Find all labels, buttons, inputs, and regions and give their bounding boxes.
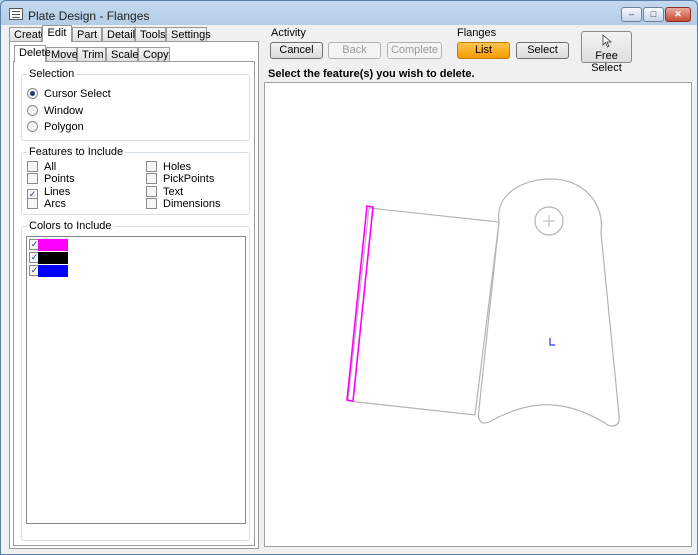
color-swatch [38, 239, 68, 251]
colors-group: Colors to Include ✓ ✓ ✓ [21, 220, 250, 541]
window-title: Plate Design - Flanges [28, 9, 150, 23]
tab-create[interactable]: Create [9, 27, 47, 42]
delete-panel: Selection Cursor Select Window Polygon F… [13, 61, 255, 546]
checkbox[interactable] [146, 198, 157, 209]
close-button[interactable]: ✕ [665, 7, 691, 22]
free-select-label: Free Select [591, 50, 622, 74]
app-icon [9, 8, 23, 20]
selection-title: Selection [27, 68, 77, 80]
check-pickpoints[interactable]: PickPoints [146, 173, 214, 187]
check-points[interactable]: Points [27, 173, 75, 187]
tab-settings[interactable]: Settings [166, 27, 211, 42]
checkbox[interactable] [146, 161, 157, 172]
check-label: All [44, 161, 57, 173]
app-window: Plate Design - Flanges – □ ✕ Create Edit… [0, 0, 698, 555]
maximize-button[interactable]: □ [643, 7, 664, 22]
colors-title: Colors to Include [27, 220, 114, 232]
checkbox[interactable] [27, 161, 38, 172]
flange-drawing[interactable] [265, 83, 691, 546]
color-swatch [38, 265, 68, 277]
minimize-button[interactable]: – [621, 7, 642, 22]
check-label: Points [44, 173, 75, 185]
features-group: Features to Include All Points ✓ Lines Ar… [21, 146, 250, 215]
radio-indicator[interactable] [27, 88, 38, 99]
color-swatch [38, 252, 68, 264]
checkbox[interactable] [146, 186, 157, 197]
check-label: Lines [44, 186, 71, 198]
radio-label: Cursor Select [44, 88, 111, 100]
check-label: Dimensions [163, 198, 221, 210]
check-dimensions[interactable]: Dimensions [146, 198, 220, 212]
select-button[interactable]: Select [516, 42, 569, 59]
checkbox[interactable] [27, 173, 38, 184]
checkbox[interactable] [146, 173, 157, 184]
features-title: Features to Include [27, 146, 126, 158]
subtab-scale[interactable]: Scale [106, 47, 139, 62]
back-button[interactable]: Back [328, 42, 381, 59]
check-label: Holes [163, 161, 192, 173]
flange-plate-outline[interactable] [347, 207, 500, 416]
selection-group: Selection Cursor Select Window Polygon [21, 68, 250, 141]
checkbox[interactable] [27, 198, 38, 209]
origin-marker-icon [549, 338, 555, 346]
radio-label: Window [44, 105, 84, 117]
radio-window[interactable]: Window [27, 105, 83, 119]
radio-cursor-select[interactable]: Cursor Select [27, 88, 111, 102]
flanges-label: Flanges [457, 27, 497, 39]
edit-panel: Delete Move Trim Scale Copy Selection Cu… [9, 41, 259, 549]
title-bar: Plate Design - Flanges – □ ✕ [1, 1, 697, 27]
activity-label: Activity [271, 27, 306, 39]
tab-edit[interactable]: Edit [42, 25, 72, 42]
free-select-button[interactable]: Free Select [581, 31, 632, 74]
list-button[interactable]: List [457, 42, 510, 59]
cursor-icon [602, 34, 613, 48]
radio-polygon[interactable]: Polygon [27, 121, 84, 135]
radio-indicator[interactable] [27, 121, 38, 132]
tab-tools[interactable]: Tools [135, 27, 166, 42]
subtab-delete[interactable]: Delete [14, 45, 51, 62]
radio-label: Polygon [44, 121, 84, 133]
check-label: Text [163, 186, 184, 198]
client-area: Create Edit Part Details Tools Settings … [6, 25, 694, 551]
tab-part[interactable]: Part [72, 27, 102, 42]
check-arcs[interactable]: Arcs [27, 198, 66, 212]
cancel-button[interactable]: Cancel [270, 42, 323, 59]
check-label: PickPoints [163, 173, 215, 185]
complete-button[interactable]: Complete [387, 42, 442, 59]
tab-details[interactable]: Details [102, 27, 141, 42]
color-list[interactable]: ✓ ✓ ✓ [26, 236, 246, 524]
radio-indicator[interactable] [27, 105, 38, 116]
subtab-trim[interactable]: Trim [77, 47, 106, 62]
drawing-canvas[interactable] [264, 82, 692, 547]
check-label: Arcs [44, 198, 66, 210]
subtab-copy[interactable]: Copy [138, 47, 170, 62]
instruction-text: Select the feature(s) you wish to delete… [268, 68, 475, 80]
